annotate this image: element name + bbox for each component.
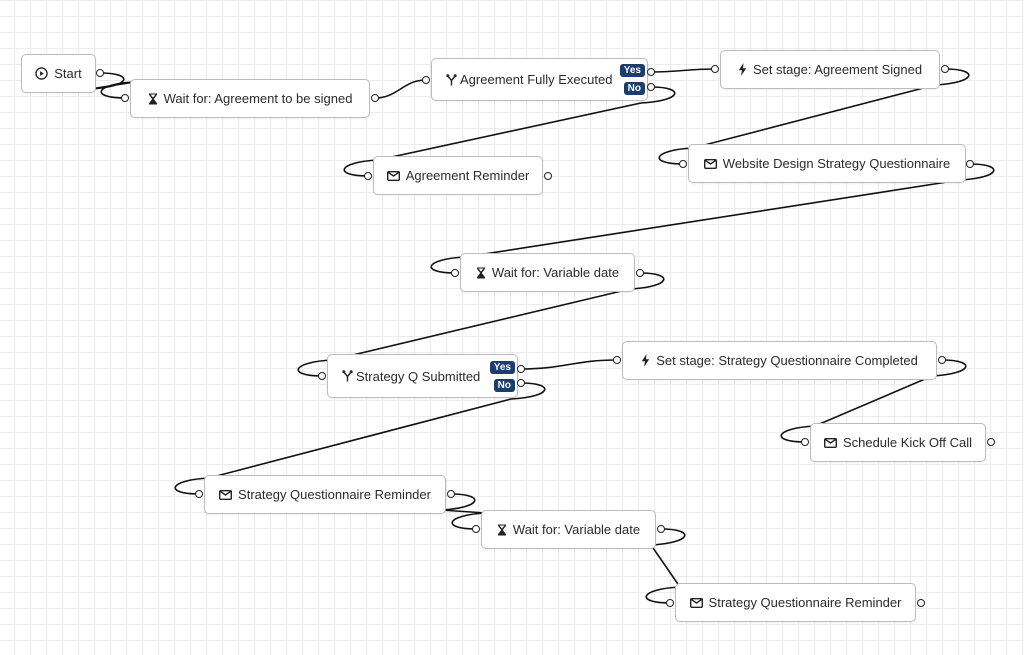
output-port[interactable] bbox=[95, 68, 104, 77]
node-label: Strategy Questionnaire Reminder bbox=[238, 487, 431, 502]
edge-email-strategy-reminder-1-to-wait-date-2[interactable] bbox=[440, 493, 487, 530]
input-port[interactable] bbox=[471, 524, 480, 533]
input-port[interactable] bbox=[194, 489, 203, 498]
node-email-strategy-reminder-1[interactable]: Strategy Questionnaire Reminder bbox=[204, 475, 446, 514]
envelope-icon bbox=[689, 597, 703, 608]
input-port[interactable] bbox=[800, 437, 809, 446]
output-port[interactable] bbox=[986, 437, 995, 446]
envelope-icon bbox=[703, 158, 717, 169]
output-port[interactable] bbox=[635, 268, 644, 277]
node-label: Wait for: Agreement to be signed bbox=[163, 91, 353, 106]
node-label: Agreement Fully Executed bbox=[460, 72, 613, 87]
edge-cond-agreement-to-stage-agreement[interactable] bbox=[650, 68, 716, 73]
input-port[interactable] bbox=[421, 75, 430, 84]
hourglass-icon bbox=[148, 93, 158, 105]
input-port[interactable] bbox=[450, 268, 459, 277]
envelope-icon bbox=[219, 489, 233, 500]
branch-yes-badge: Yes bbox=[619, 64, 645, 77]
lightning-icon bbox=[641, 354, 650, 367]
hourglass-icon bbox=[497, 524, 507, 536]
input-port[interactable] bbox=[317, 371, 326, 380]
envelope-icon bbox=[823, 437, 837, 448]
output-port[interactable] bbox=[937, 355, 946, 364]
edge-start-to-wait-agreement[interactable] bbox=[89, 72, 136, 99]
node-wait-date-2[interactable]: Wait for: Variable date bbox=[481, 510, 656, 549]
node-email-agreement-reminder[interactable]: Agreement Reminder bbox=[373, 156, 543, 195]
node-label: Start bbox=[54, 66, 82, 81]
hourglass-icon bbox=[476, 267, 486, 279]
input-port[interactable] bbox=[612, 355, 621, 364]
output-port[interactable] bbox=[916, 598, 925, 607]
node-stage-strategy[interactable]: Set stage: Strategy Questionnaire Comple… bbox=[622, 341, 937, 380]
output-port[interactable] bbox=[543, 171, 552, 180]
input-port[interactable] bbox=[363, 171, 372, 180]
node-label: Wait for: Variable date bbox=[512, 522, 641, 537]
lightning-icon bbox=[738, 63, 747, 76]
node-wait-agreement[interactable]: Wait for: Agreement to be signed bbox=[130, 79, 370, 118]
branch-yes-badge: Yes bbox=[489, 361, 515, 374]
node-cond-agreement[interactable]: Agreement Fully Executed Yes No bbox=[431, 58, 648, 101]
node-label: Set stage: Agreement Signed bbox=[752, 62, 923, 77]
branch-icon bbox=[446, 73, 457, 86]
output-port[interactable] bbox=[370, 93, 379, 102]
node-label: Website Design Strategy Questionnaire bbox=[722, 156, 951, 171]
input-port[interactable] bbox=[665, 598, 674, 607]
input-port[interactable] bbox=[120, 93, 129, 102]
node-wait-date-1[interactable]: Wait for: Variable date bbox=[460, 253, 635, 292]
node-label: Strategy Questionnaire Reminder bbox=[708, 595, 902, 610]
output-port-yes[interactable] bbox=[516, 364, 525, 373]
branch-no-badge: No bbox=[493, 379, 515, 392]
output-port-yes[interactable] bbox=[646, 67, 655, 76]
node-label: Set stage: Strategy Questionnaire Comple… bbox=[656, 353, 918, 368]
node-label: Strategy Q Submitted bbox=[356, 368, 481, 384]
node-email-questionnaire[interactable]: Website Design Strategy Questionnaire bbox=[688, 144, 966, 183]
edge-wait-agreement-to-cond-agreement[interactable] bbox=[374, 79, 427, 99]
node-cond-strategy[interactable]: Strategy Q Submitted Yes No bbox=[327, 354, 518, 398]
play-circle-icon bbox=[35, 67, 48, 80]
node-label: Agreement Reminder bbox=[405, 168, 530, 183]
node-start[interactable]: Start bbox=[21, 54, 96, 93]
input-port[interactable] bbox=[678, 159, 687, 168]
output-port[interactable] bbox=[656, 524, 665, 533]
branch-icon bbox=[342, 370, 353, 382]
branch-no-badge: No bbox=[623, 82, 645, 95]
output-port-no[interactable] bbox=[516, 378, 525, 387]
node-email-kickoff[interactable]: Schedule Kick Off Call bbox=[810, 423, 986, 462]
input-port[interactable] bbox=[710, 64, 719, 73]
node-label: Schedule Kick Off Call bbox=[842, 435, 973, 450]
output-port[interactable] bbox=[446, 489, 455, 498]
node-email-strategy-reminder-2[interactable]: Strategy Questionnaire Reminder bbox=[675, 583, 916, 622]
edge-cond-strategy-to-stage-strategy[interactable] bbox=[520, 359, 618, 370]
envelope-icon bbox=[386, 170, 400, 181]
node-stage-agreement[interactable]: Set stage: Agreement Signed bbox=[720, 50, 940, 89]
output-port[interactable] bbox=[965, 159, 974, 168]
output-port-no[interactable] bbox=[646, 82, 655, 91]
output-port[interactable] bbox=[940, 64, 949, 73]
node-label: Wait for: Variable date bbox=[491, 265, 620, 280]
